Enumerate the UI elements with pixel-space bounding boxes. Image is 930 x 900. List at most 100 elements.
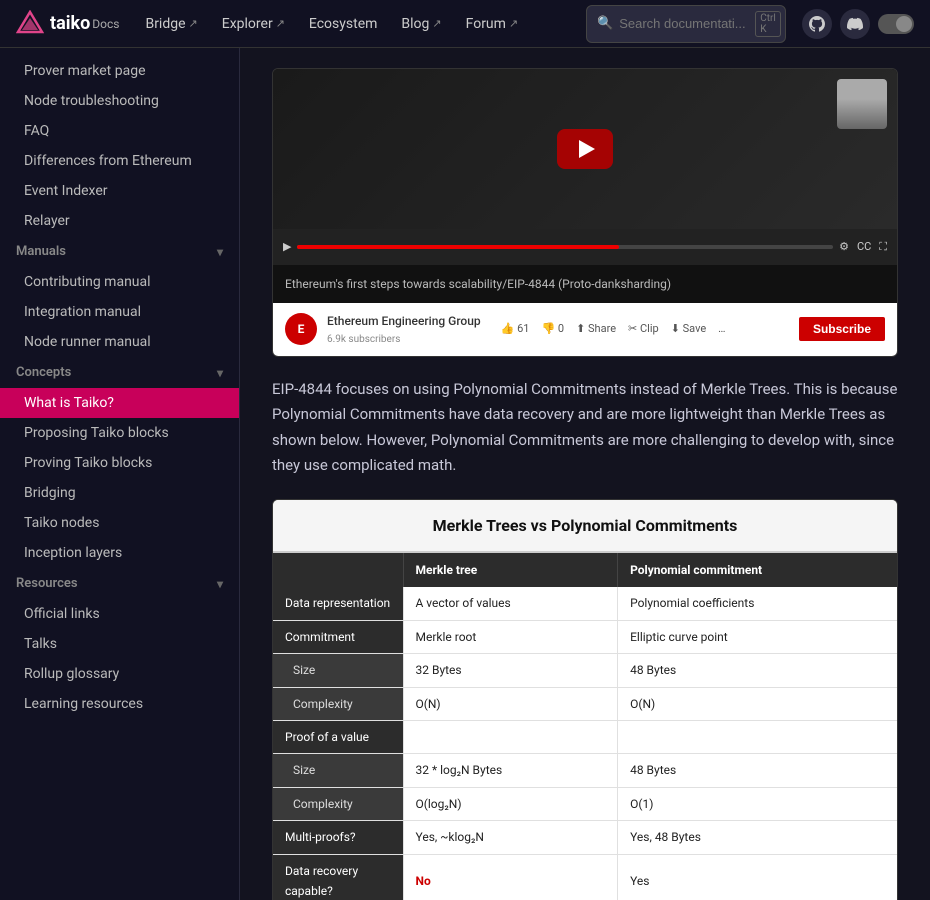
sidebar-item-faq[interactable]: FAQ: [0, 116, 239, 146]
sidebar-item-learning-resources[interactable]: Learning resources: [0, 689, 239, 719]
channel-subs-1: 6.9k subscribers: [327, 331, 481, 348]
github-button[interactable]: [802, 9, 832, 39]
sidebar-item-official-links[interactable]: Official links: [0, 599, 239, 629]
sidebar-item-contributing-manual[interactable]: Contributing manual: [0, 267, 239, 297]
table-inner: Merkle tree Polynomial commitment Data r…: [273, 553, 897, 900]
table-cell: Commitment: [273, 620, 403, 653]
channel-avatar-1: E: [285, 313, 317, 345]
manuals-chevron: ▾: [217, 245, 223, 259]
table-cell: Proof of a value: [273, 721, 403, 754]
para-eip4844-poly: EIP-4844 focuses on using Polynomial Com…: [272, 377, 898, 479]
sidebar-section-resources[interactable]: Resources ▾: [0, 568, 239, 599]
table-row: Complexity O(N) O(N): [273, 687, 897, 720]
sidebar-item-node-troubleshooting[interactable]: Node troubleshooting: [0, 86, 239, 116]
sidebar-item-event-indexer[interactable]: Event Indexer: [0, 176, 239, 206]
sidebar-item-label: Prover market page: [24, 63, 146, 79]
sidebar-item-label: FAQ: [24, 123, 49, 139]
subscribe-btn-1[interactable]: Subscribe: [799, 317, 885, 341]
play-triangle-icon: [579, 140, 595, 158]
col-header-poly: Polynomial commitment: [618, 553, 897, 587]
table-cell: Complexity: [273, 687, 403, 720]
video-title-1: Ethereum's first steps towards scalabili…: [285, 277, 671, 291]
discord-button[interactable]: [840, 9, 870, 39]
play-pause-btn[interactable]: ▶: [283, 238, 291, 257]
channel-info-1: Ethereum Engineering Group 6.9k subscrib…: [327, 311, 481, 348]
search-input[interactable]: [619, 16, 749, 31]
sidebar-item-proving-taiko-blocks[interactable]: Proving Taiko blocks: [0, 448, 239, 478]
like-btn-1[interactable]: 👍 61: [501, 320, 530, 339]
nav-bridge[interactable]: Bridge ↗: [135, 12, 207, 36]
resources-label: Resources: [16, 576, 78, 591]
nav-blog[interactable]: Blog ↗: [391, 12, 451, 36]
sidebar-item-bridging[interactable]: Bridging: [0, 478, 239, 508]
nav-explorer[interactable]: Explorer ↗: [212, 12, 295, 36]
nav-ecosystem[interactable]: Ecosystem: [299, 12, 388, 36]
sidebar-item-prover-market[interactable]: Prover market page: [0, 56, 239, 86]
sidebar-item-label: Talks: [24, 636, 57, 652]
sidebar-item-differences[interactable]: Differences from Ethereum: [0, 146, 239, 176]
clip-btn-1[interactable]: ✂ Clip: [628, 320, 659, 339]
logo-text: taiko: [50, 13, 90, 34]
table-cell: 32 Bytes: [403, 654, 618, 687]
table-cell: O(N): [618, 687, 897, 720]
save-btn-1[interactable]: ⬇ Save: [671, 320, 706, 339]
search-box[interactable]: 🔍 Ctrl K: [586, 5, 786, 43]
sidebar-section-manuals[interactable]: Manuals ▾: [0, 236, 239, 267]
settings-btn[interactable]: ⚙: [839, 238, 849, 257]
search-icon: 🔍: [597, 16, 613, 31]
sidebar-item-label: Inception layers: [24, 545, 122, 561]
video-progress-fill: [297, 245, 618, 249]
sidebar-item-label: Integration manual: [24, 304, 141, 320]
sidebar-item-taiko-nodes[interactable]: Taiko nodes: [0, 508, 239, 538]
table-cell: O(N): [403, 687, 618, 720]
table-row: Multi-proofs? Yes, ~klog₂N Yes, 48 Bytes: [273, 821, 897, 854]
video-thumbnail-1: [273, 69, 897, 229]
table-cell: 48 Bytes: [618, 754, 897, 787]
sidebar-item-rollup-glossary[interactable]: Rollup glossary: [0, 659, 239, 689]
sidebar-section-concepts[interactable]: Concepts ▾: [0, 357, 239, 388]
sidebar-item-talks[interactable]: Talks: [0, 629, 239, 659]
sidebar-item-label: Taiko nodes: [24, 515, 99, 531]
sidebar-item-label: Official links: [24, 606, 100, 622]
sidebar-item-inception-layers[interactable]: Inception layers: [0, 538, 239, 568]
table-cell: Size: [273, 654, 403, 687]
cc-btn[interactable]: CC: [857, 238, 871, 257]
yt-info-1: E Ethereum Engineering Group 6.9k subscr…: [273, 303, 897, 356]
col-header-merkle: Merkle tree: [403, 553, 618, 587]
video-progress-bar[interactable]: [297, 245, 833, 249]
channel-name-1: Ethereum Engineering Group: [327, 311, 481, 331]
sidebar-item-node-runner-manual[interactable]: Node runner manual: [0, 327, 239, 357]
header-icons: [802, 9, 914, 39]
video-controls-1: ▶ ⚙ CC ⛶: [273, 229, 897, 265]
sidebar-item-label: Relayer: [24, 213, 70, 229]
sidebar-item-label: Rollup glossary: [24, 666, 119, 682]
more-btn-1[interactable]: …: [718, 320, 725, 339]
sidebar-item-label: What is Taiko?: [24, 395, 114, 411]
table-cell-no: No: [403, 854, 618, 900]
nav-forum[interactable]: Forum ↗: [456, 12, 529, 36]
sidebar-item-label: Bridging: [24, 485, 76, 501]
sidebar-item-label: Proving Taiko blocks: [24, 455, 152, 471]
sidebar-item-integration-manual[interactable]: Integration manual: [0, 297, 239, 327]
sidebar-item-relayer[interactable]: Relayer: [0, 206, 239, 236]
video-controls-right: ⚙ CC ⛶: [839, 238, 887, 257]
table-row: Commitment Merkle root Elliptic curve po…: [273, 620, 897, 653]
manuals-label: Manuals: [16, 244, 66, 259]
table-cell: Merkle root: [403, 620, 618, 653]
sidebar-item-label: Differences from Ethereum: [24, 153, 192, 169]
dislike-btn-1[interactable]: 👎 0: [541, 320, 564, 339]
table-row: Proof of a value: [273, 721, 897, 754]
table-cell: Yes, 48 Bytes: [618, 821, 897, 854]
col-header-category: [273, 553, 403, 587]
sidebar-item-what-is-taiko[interactable]: What is Taiko?: [0, 388, 239, 418]
table-cell: A vector of values: [403, 587, 618, 620]
sidebar-item-proposing-taiko-blocks[interactable]: Proposing Taiko blocks: [0, 418, 239, 448]
table-cell: Yes, ~klog₂N: [403, 821, 618, 854]
search-shortcut: Ctrl K: [755, 11, 781, 37]
logo-area: taiko Docs: [16, 10, 119, 38]
fullscreen-btn[interactable]: ⛶: [879, 238, 887, 257]
sidebar: Prover market page Node troubleshooting …: [0, 48, 240, 900]
play-button-1[interactable]: [557, 129, 613, 169]
dark-mode-toggle[interactable]: [878, 14, 914, 34]
share-btn-1[interactable]: ⬆ Share: [576, 320, 616, 339]
